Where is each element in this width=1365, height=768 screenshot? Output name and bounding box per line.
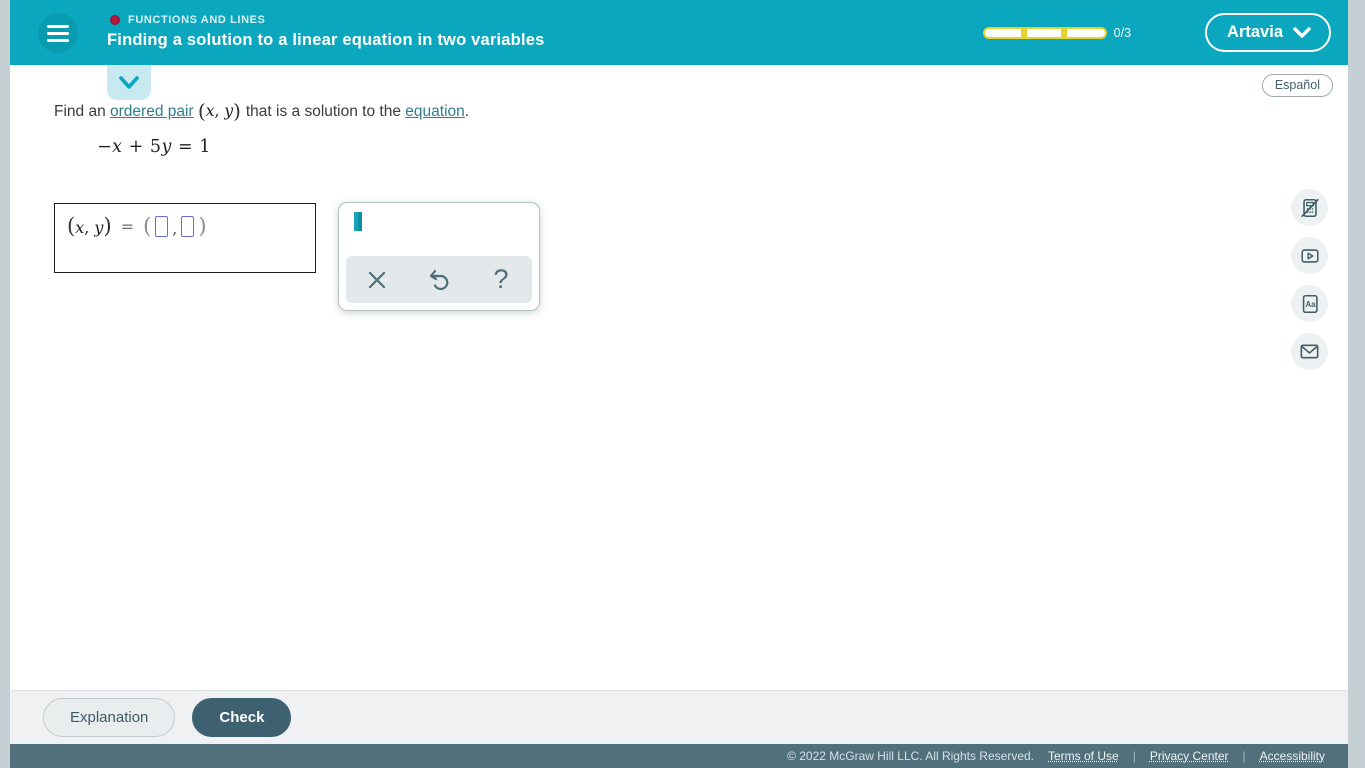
envelope-icon [1300,344,1319,359]
collapse-header-tab[interactable] [107,65,151,100]
no-calculator-icon [1300,198,1319,217]
equals-sign: = [120,216,135,236]
explanation-button[interactable]: Explanation [43,698,176,737]
answer-label: (x, y) [67,214,112,238]
fraction-tool-button[interactable] [348,212,368,231]
accessibility-link[interactable]: Accessibility [1260,749,1325,763]
copyright-text: © 2022 McGraw Hill LLC. All Rights Reser… [787,749,1034,763]
user-name: Artavia [1227,23,1283,41]
message-button[interactable] [1291,333,1328,370]
check-button[interactable]: Check [192,698,292,737]
topic-label: FUNCTIONS AND LINES [128,14,266,26]
question-mark-icon: ? [493,264,509,294]
equation-display: −x + 5y = 1 [97,137,211,157]
ordered-pair-link[interactable]: ordered pair [110,103,194,120]
close-icon [368,271,386,288]
progress-group: 0/3 [982,25,1132,40]
equation-link[interactable]: equation [405,103,464,120]
glossary-button[interactable]: Aa [1291,285,1328,322]
app-window: FUNCTIONS AND LINES Finding a solution t… [10,0,1348,768]
title-block: FUNCTIONS AND LINES Finding a solution t… [107,14,545,50]
question-text: Find an ordered pair (x, y) that is a so… [54,99,470,123]
privacy-center-link[interactable]: Privacy Center [1150,749,1229,763]
hamburger-icon [47,24,69,28]
video-play-icon [1300,248,1319,263]
clear-button[interactable] [355,260,399,300]
calculator-disabled-button[interactable] [1291,189,1328,226]
answer-box: (x, y) = (,) [54,203,316,273]
help-button[interactable]: ? [479,260,523,300]
topic-status-dot-icon [110,15,120,25]
undo-icon [429,269,449,290]
footer: © 2022 McGraw Hill LLC. All Rights Reser… [10,744,1348,768]
menu-button[interactable] [38,13,78,53]
progress-label: 0/3 [1113,25,1132,40]
page-title: Finding a solution to a linear equation … [107,31,545,49]
chevron-down-icon [119,75,139,89]
main-content: Español Find an ordered pair (x, y) that… [10,65,1348,690]
language-button[interactable]: Español [1261,74,1333,97]
user-menu-button[interactable]: Artavia [1205,13,1331,52]
undo-button[interactable] [417,260,461,300]
progress-bar [982,26,1107,39]
dictionary-icon: Aa [1302,294,1318,313]
video-button[interactable] [1291,237,1328,274]
svg-text:Aa: Aa [1305,299,1316,308]
x-value-input[interactable] [155,215,169,237]
palette-tray: ? [346,256,532,303]
chevron-down-icon [1293,26,1311,38]
terms-of-use-link[interactable]: Terms of Use [1048,749,1119,763]
header: FUNCTIONS AND LINES Finding a solution t… [10,0,1348,65]
y-value-input[interactable] [181,215,195,237]
action-bar: Explanation Check [10,690,1348,744]
math-pair: (x, y) [197,99,241,123]
math-tool-palette: ? [338,202,540,311]
